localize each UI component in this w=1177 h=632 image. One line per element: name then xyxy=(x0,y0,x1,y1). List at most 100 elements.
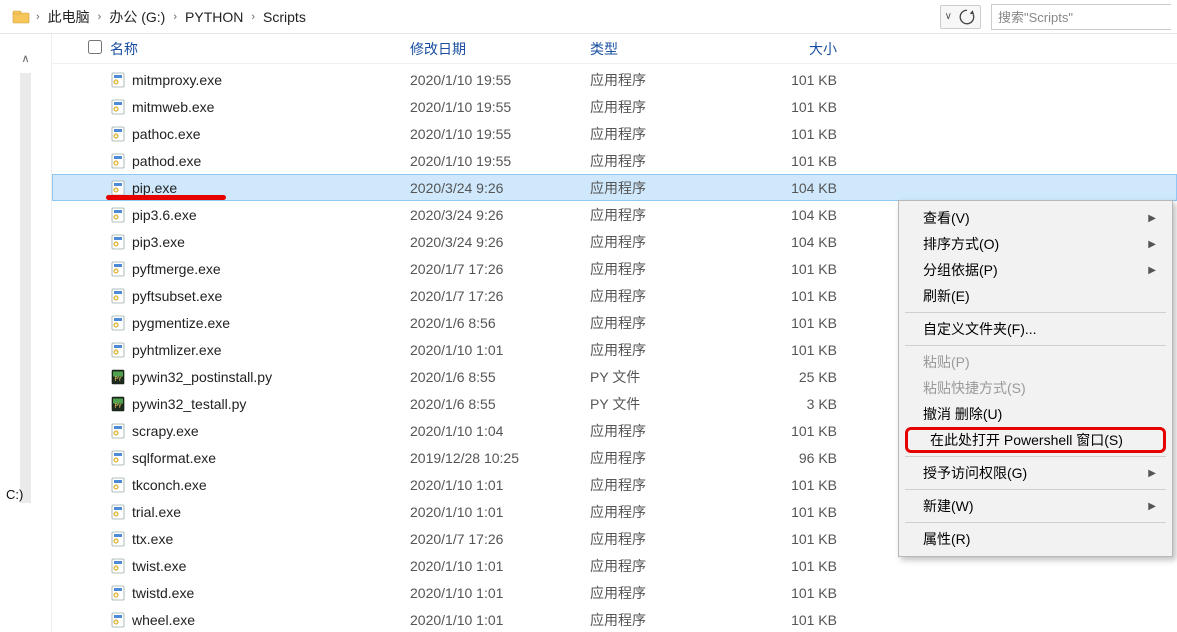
menu-item[interactable]: 属性(R) xyxy=(901,526,1170,552)
search-placeholder: 搜索"Scripts" xyxy=(998,7,1073,26)
file-type: 应用程序 xyxy=(590,151,730,171)
menu-item: 粘贴(P) xyxy=(901,349,1170,375)
file-type: PY 文件 xyxy=(590,367,730,387)
file-date: 2020/1/10 19:55 xyxy=(410,72,590,88)
menu-item-label: 授予访问权限(G) xyxy=(923,463,1027,483)
file-name-cell[interactable]: ttx.exe xyxy=(110,531,410,547)
file-name: trial.exe xyxy=(132,504,181,520)
menu-item[interactable]: 排序方式(O)▶ xyxy=(901,231,1170,257)
exe-file-icon xyxy=(110,180,126,196)
exe-file-icon xyxy=(110,531,126,547)
address-actions: ∨ xyxy=(940,5,981,29)
crumb[interactable]: 办公 (G:) xyxy=(109,7,165,27)
file-row[interactable]: mitmweb.exe2020/1/10 19:55应用程序101 KB xyxy=(52,93,1177,120)
nav-scroll-track[interactable] xyxy=(20,73,31,503)
file-name-cell[interactable]: pip.exe xyxy=(110,180,410,196)
column-type[interactable]: 类型 xyxy=(590,39,730,59)
menu-item-label: 排序方式(O) xyxy=(923,234,999,254)
column-size[interactable]: 大小 xyxy=(730,39,845,59)
file-row[interactable]: pathoc.exe2020/1/10 19:55应用程序101 KB xyxy=(52,120,1177,147)
file-name-cell[interactable]: pyftmerge.exe xyxy=(110,261,410,277)
file-name-cell[interactable]: scrapy.exe xyxy=(110,423,410,439)
file-name-cell[interactable]: pip3.6.exe xyxy=(110,207,410,223)
exe-file-icon xyxy=(110,342,126,358)
menu-item[interactable]: 自定义文件夹(F)... xyxy=(901,316,1170,342)
exe-file-icon xyxy=(110,72,126,88)
exe-file-icon xyxy=(110,612,126,628)
file-size: 101 KB xyxy=(730,477,845,493)
file-row[interactable]: twistd.exe2020/1/10 1:01应用程序101 KB xyxy=(52,579,1177,606)
file-date: 2020/1/10 1:01 xyxy=(410,612,590,628)
file-name-cell[interactable]: pip3.exe xyxy=(110,234,410,250)
file-type: 应用程序 xyxy=(590,97,730,117)
menu-separator xyxy=(905,312,1166,313)
select-all-checkbox[interactable] xyxy=(88,40,110,57)
menu-item[interactable]: 在此处打开 Powershell 窗口(S) xyxy=(905,427,1166,453)
menu-item-label: 新建(W) xyxy=(923,496,974,516)
file-name: pathod.exe xyxy=(132,153,201,169)
file-type: 应用程序 xyxy=(590,259,730,279)
refresh-icon[interactable] xyxy=(958,8,976,26)
file-date: 2020/3/24 9:26 xyxy=(410,207,590,223)
file-name-cell[interactable]: pywin32_postinstall.py xyxy=(110,369,410,385)
file-size: 101 KB xyxy=(730,153,845,169)
file-date: 2020/1/7 17:26 xyxy=(410,288,590,304)
menu-item[interactable]: 新建(W)▶ xyxy=(901,493,1170,519)
menu-item[interactable]: 刷新(E) xyxy=(901,283,1170,309)
menu-item[interactable]: 授予访问权限(G)▶ xyxy=(901,460,1170,486)
file-name-cell[interactable]: tkconch.exe xyxy=(110,477,410,493)
file-date: 2020/1/10 1:01 xyxy=(410,585,590,601)
file-name-cell[interactable]: pathoc.exe xyxy=(110,126,410,142)
nav-pane: ∧ C:) xyxy=(0,34,52,632)
crumb[interactable]: 此电脑 xyxy=(48,7,90,27)
column-name[interactable]: 名称 xyxy=(110,39,410,59)
menu-item[interactable]: 分组依据(P)▶ xyxy=(901,257,1170,283)
file-name-cell[interactable]: mitmweb.exe xyxy=(110,99,410,115)
chevron-down-icon[interactable]: ∨ xyxy=(945,11,952,22)
exe-file-icon xyxy=(110,477,126,493)
file-name-cell[interactable]: mitmproxy.exe xyxy=(110,72,410,88)
file-name-cell[interactable]: pyftsubset.exe xyxy=(110,288,410,304)
menu-item[interactable]: 撤消 删除(U) xyxy=(901,401,1170,427)
file-name-cell[interactable]: sqlformat.exe xyxy=(110,450,410,466)
file-date: 2020/3/24 9:26 xyxy=(410,234,590,250)
chevron-right-icon: ▶ xyxy=(1148,265,1156,276)
address-bar: › 此电脑 › 办公 (G:) › PYTHON › Scripts ∨ 搜索"… xyxy=(0,0,1177,34)
file-date: 2020/1/6 8:55 xyxy=(410,396,590,412)
exe-file-icon xyxy=(110,153,126,169)
column-date[interactable]: 修改日期 xyxy=(410,39,590,59)
file-row[interactable]: pip.exe2020/3/24 9:26应用程序104 KB xyxy=(52,174,1177,201)
search-input[interactable]: 搜索"Scripts" xyxy=(991,4,1171,30)
breadcrumb[interactable]: 此电脑 › 办公 (G:) › PYTHON › Scripts xyxy=(46,7,936,27)
file-date: 2020/1/7 17:26 xyxy=(410,531,590,547)
menu-item[interactable]: 查看(V)▶ xyxy=(901,205,1170,231)
menu-item: 粘贴快捷方式(S) xyxy=(901,375,1170,401)
file-row[interactable]: wheel.exe2020/1/10 1:01应用程序101 KB xyxy=(52,606,1177,632)
file-type: 应用程序 xyxy=(590,556,730,576)
file-size: 101 KB xyxy=(730,342,845,358)
file-name-cell[interactable]: trial.exe xyxy=(110,504,410,520)
file-date: 2020/1/10 1:01 xyxy=(410,477,590,493)
file-type: 应用程序 xyxy=(590,475,730,495)
exe-file-icon xyxy=(110,450,126,466)
crumb[interactable]: Scripts xyxy=(263,9,306,25)
file-name-cell[interactable]: pyhtmlizer.exe xyxy=(110,342,410,358)
file-name-cell[interactable]: twistd.exe xyxy=(110,585,410,601)
file-name: twist.exe xyxy=(132,558,186,574)
file-name-cell[interactable]: pygmentize.exe xyxy=(110,315,410,331)
file-name-cell[interactable]: pathod.exe xyxy=(110,153,410,169)
expand-collapse-icon[interactable]: ∧ xyxy=(21,52,29,65)
file-name: pywin32_postinstall.py xyxy=(132,369,272,385)
chevron-right-icon: › xyxy=(171,11,179,23)
file-name-cell[interactable]: twist.exe xyxy=(110,558,410,574)
file-name-cell[interactable]: wheel.exe xyxy=(110,612,410,628)
file-row[interactable]: mitmproxy.exe2020/1/10 19:55应用程序101 KB xyxy=(52,66,1177,93)
chevron-right-icon: › xyxy=(34,11,42,23)
file-row[interactable]: pathod.exe2020/1/10 19:55应用程序101 KB xyxy=(52,147,1177,174)
nav-drive-label[interactable]: C:) xyxy=(0,487,51,502)
file-name-cell[interactable]: pywin32_testall.py xyxy=(110,396,410,412)
file-size: 104 KB xyxy=(730,207,845,223)
file-type: 应用程序 xyxy=(590,205,730,225)
menu-item-label: 粘贴(P) xyxy=(923,352,970,372)
crumb[interactable]: PYTHON xyxy=(185,9,243,25)
